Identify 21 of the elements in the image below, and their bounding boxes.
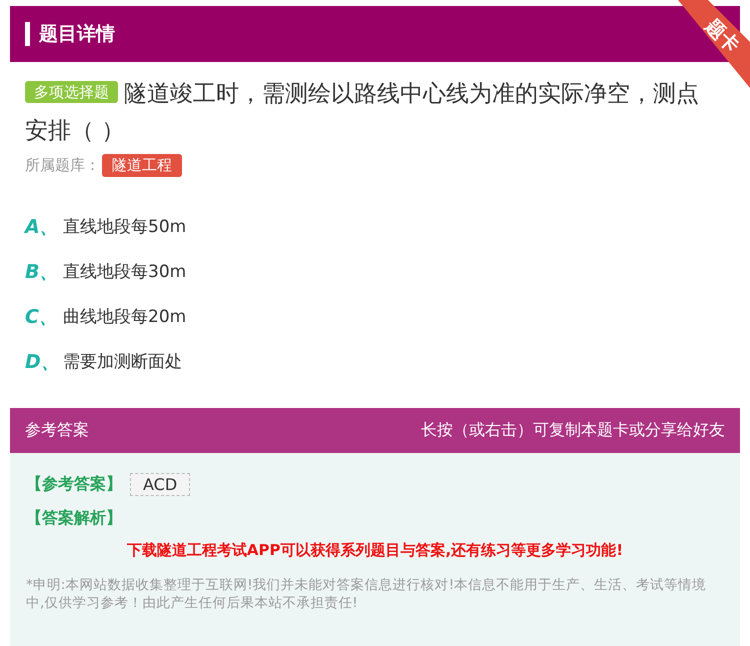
option-letter: D、	[25, 350, 61, 374]
bank-tag[interactable]: 隧道工程	[102, 154, 182, 177]
app-promo-link[interactable]: 下载隧道工程考试APP可以获得系列题目与答案,还有练习等更多学习功能!	[26, 541, 724, 560]
option-text: 直线地段每30m	[63, 261, 186, 283]
question-type-tag: 多项选择题	[25, 81, 118, 103]
answer-bar-title: 参考答案	[25, 420, 89, 441]
question-text: 多项选择题 隧道竣工时，需测绘以路线中心线为准的实际净空，测点安排（ ）	[25, 80, 700, 146]
option-text: 曲线地段每20m	[63, 306, 186, 328]
option-letter: B、	[25, 260, 60, 284]
answer-value: ACD	[130, 473, 190, 496]
option-text: 需要加测断面处	[63, 351, 182, 373]
option-text: 直线地段每50m	[63, 216, 186, 238]
title-marker	[25, 22, 30, 46]
option-letter: A、	[25, 214, 60, 240]
analysis-label: 【答案解析】	[26, 508, 123, 529]
bank-label: 所属题库：	[25, 156, 100, 175]
disclaimer-text: *申明:本网站数据收集整理于互联网!我们并未能对答案信息进行核对!本信息不能用于生产、生活、考试等情境中,仅供学习参考！由此产生任何后果本站不承担责任!	[26, 576, 708, 612]
share-hint: 长按（或右击）可复制本题卡或分享给好友	[421, 420, 725, 441]
page-title: 题目详情	[39, 22, 115, 47]
answer-label: 【参考答案】	[26, 474, 122, 495]
option-letter: C、	[25, 304, 59, 330]
